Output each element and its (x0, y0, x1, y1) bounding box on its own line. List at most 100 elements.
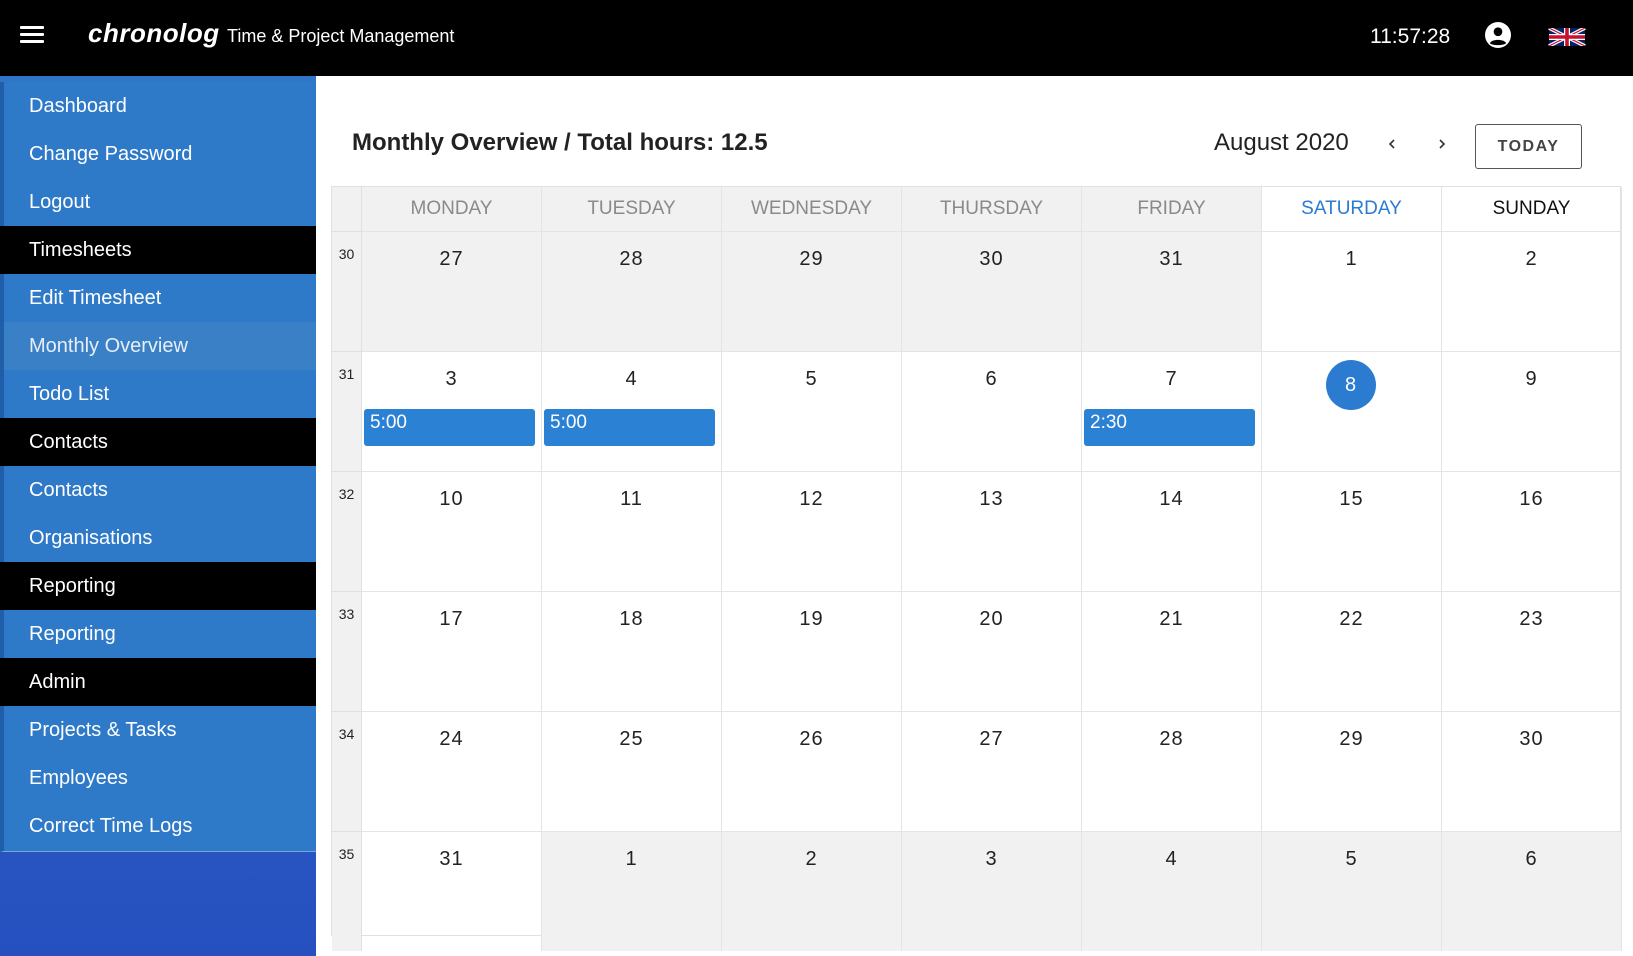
day-number: 10 (439, 488, 464, 510)
day-number: 6 (985, 368, 998, 390)
calendar-day-cell[interactable]: 19 (722, 591, 902, 711)
chevron-right-icon[interactable] (1430, 132, 1454, 156)
calendar-day-cell[interactable]: 26 (722, 711, 902, 831)
sidebar-item-dashboard[interactable]: Dashboard (0, 82, 316, 132)
calendar-day-cell[interactable]: 30 (1442, 711, 1622, 831)
sidebar-section-contacts: Contacts (0, 418, 316, 468)
calendar-day-cell[interactable]: 29 (1262, 711, 1442, 831)
calendar-day-cell[interactable]: 18 (542, 591, 722, 711)
day-number: 17 (439, 608, 464, 630)
day-number: 20 (979, 608, 1004, 630)
sidebar-item-employees[interactable]: Employees (0, 754, 316, 804)
calendar-day-cell[interactable]: 4 5:00 (542, 351, 722, 471)
week-number: 30 (332, 231, 362, 351)
calendar-day-cell[interactable]: 3 5:00 (362, 351, 542, 471)
day-number: 7 (1165, 368, 1178, 390)
calendar-day-cell[interactable]: 15 (1262, 471, 1442, 591)
time-entry-event[interactable]: 5:00 (364, 409, 535, 446)
day-number: 3 (445, 368, 458, 390)
calendar-day-cell[interactable]: 20 (902, 591, 1082, 711)
calendar-day-cell[interactable]: 31 (1082, 231, 1262, 351)
account-circle-icon[interactable] (1485, 22, 1511, 48)
sidebar-item-logout[interactable]: Logout (0, 178, 316, 228)
sidebar-item-contacts[interactable]: Contacts (0, 466, 316, 516)
day-number: 28 (1159, 728, 1184, 750)
day-number: 31 (439, 848, 464, 870)
sidebar: Dashboard Change Password Logout Timesheets… (0, 76, 316, 956)
calendar-day-cell[interactable]: 8 (1262, 351, 1442, 471)
sidebar-item-correct-time-logs[interactable]: Correct Time Logs (0, 802, 316, 852)
day-number: 31 (1159, 248, 1184, 270)
month-calendar: MONDAY TUESDAY WEDNESDAY THURSDAY FRIDAY SATU… (331, 186, 1622, 951)
calendar-day-cell[interactable]: 4 (1082, 831, 1262, 951)
calendar-day-cell[interactable]: 12 (722, 471, 902, 591)
day-number: 6 (1525, 848, 1538, 870)
chevron-left-icon[interactable] (1380, 132, 1404, 156)
calendar-day-cell[interactable]: 29 (722, 231, 902, 351)
calendar-day-cell[interactable]: 27 (362, 231, 542, 351)
day-number: 13 (979, 488, 1004, 510)
sidebar-item-reporting[interactable]: Reporting (0, 610, 316, 660)
day-number: 1 (625, 848, 638, 870)
calendar-day-cell[interactable]: 23 (1442, 591, 1622, 711)
calendar-day-cell[interactable]: 5 (722, 351, 902, 471)
time-entry-event[interactable]: 5:00 (544, 409, 715, 446)
day-number: 5 (1345, 848, 1358, 870)
calendar-day-cell[interactable]: 28 (542, 231, 722, 351)
app-logo[interactable]: chronolog (88, 18, 220, 49)
main-content: Monthly Overview / Total hours: 12.5 Aug… (316, 76, 1633, 956)
calendar-day-cell[interactable]: 6 (1442, 831, 1622, 951)
calendar-day-cell[interactable]: 7 2:30 (1082, 351, 1262, 471)
sidebar-item-projects-tasks[interactable]: Projects & Tasks (0, 706, 316, 756)
calendar-day-cell[interactable]: 31 (362, 831, 542, 951)
weekday-header-sunday: SUNDAY (1442, 187, 1622, 231)
day-number: 4 (1165, 848, 1178, 870)
day-number: 4 (625, 368, 638, 390)
sidebar-section-admin: Admin (0, 658, 316, 708)
calendar-day-cell[interactable]: 10 (362, 471, 542, 591)
weekday-header-friday: FRIDAY (1082, 187, 1262, 231)
day-number: 11 (620, 488, 643, 510)
hamburger-menu-icon[interactable] (20, 26, 44, 46)
calendar-day-cell[interactable]: 3 (902, 831, 1082, 951)
weekday-header-tuesday: TUESDAY (542, 187, 722, 231)
page-title: Monthly Overview / Total hours: 12.5 (352, 129, 768, 156)
day-number: 30 (979, 248, 1004, 270)
time-entry-event[interactable]: 2:30 (1084, 409, 1255, 446)
calendar-day-cell[interactable]: 9 (1442, 351, 1622, 471)
week-number: 32 (332, 471, 362, 591)
calendar-day-cell[interactable]: 14 (1082, 471, 1262, 591)
sidebar-item-edit-timesheet[interactable]: Edit Timesheet (0, 274, 316, 324)
calendar-day-cell[interactable]: 6 (902, 351, 1082, 471)
calendar-day-cell[interactable]: 2 (1442, 231, 1622, 351)
calendar-day-cell[interactable]: 2 (722, 831, 902, 951)
calendar-day-cell[interactable]: 22 (1262, 591, 1442, 711)
sidebar-item-organisations[interactable]: Organisations (0, 514, 316, 564)
calendar-day-cell[interactable]: 1 (542, 831, 722, 951)
calendar-day-cell[interactable]: 1 (1262, 231, 1442, 351)
sidebar-item-todo-list[interactable]: Todo List (0, 370, 316, 420)
calendar-day-cell[interactable]: 27 (902, 711, 1082, 831)
calendar-day-cell[interactable]: 28 (1082, 711, 1262, 831)
calendar-day-cell[interactable]: 5 (1262, 831, 1442, 951)
uk-flag-icon[interactable] (1548, 28, 1586, 46)
calendar-day-cell[interactable]: 21 (1082, 591, 1262, 711)
day-number: 19 (799, 608, 824, 630)
day-number: 2 (805, 848, 818, 870)
day-number: 29 (799, 248, 824, 270)
week-number: 35 (332, 831, 362, 951)
today-button[interactable]: TODAY (1475, 124, 1582, 169)
calendar-day-cell[interactable]: 11 (542, 471, 722, 591)
sidebar-item-monthly-overview[interactable]: Monthly Overview (0, 322, 316, 372)
calendar-day-cell[interactable]: 24 (362, 711, 542, 831)
calendar-day-cell[interactable]: 16 (1442, 471, 1622, 591)
calendar-day-cell[interactable]: 17 (362, 591, 542, 711)
calendar-day-cell[interactable]: 25 (542, 711, 722, 831)
weekday-header-monday: MONDAY (362, 187, 542, 231)
day-number: 21 (1159, 608, 1184, 630)
calendar-day-cell[interactable]: 30 (902, 231, 1082, 351)
day-number: 14 (1159, 488, 1184, 510)
day-number: 25 (619, 728, 644, 750)
calendar-day-cell[interactable]: 13 (902, 471, 1082, 591)
sidebar-item-change-password[interactable]: Change Password (0, 130, 316, 180)
